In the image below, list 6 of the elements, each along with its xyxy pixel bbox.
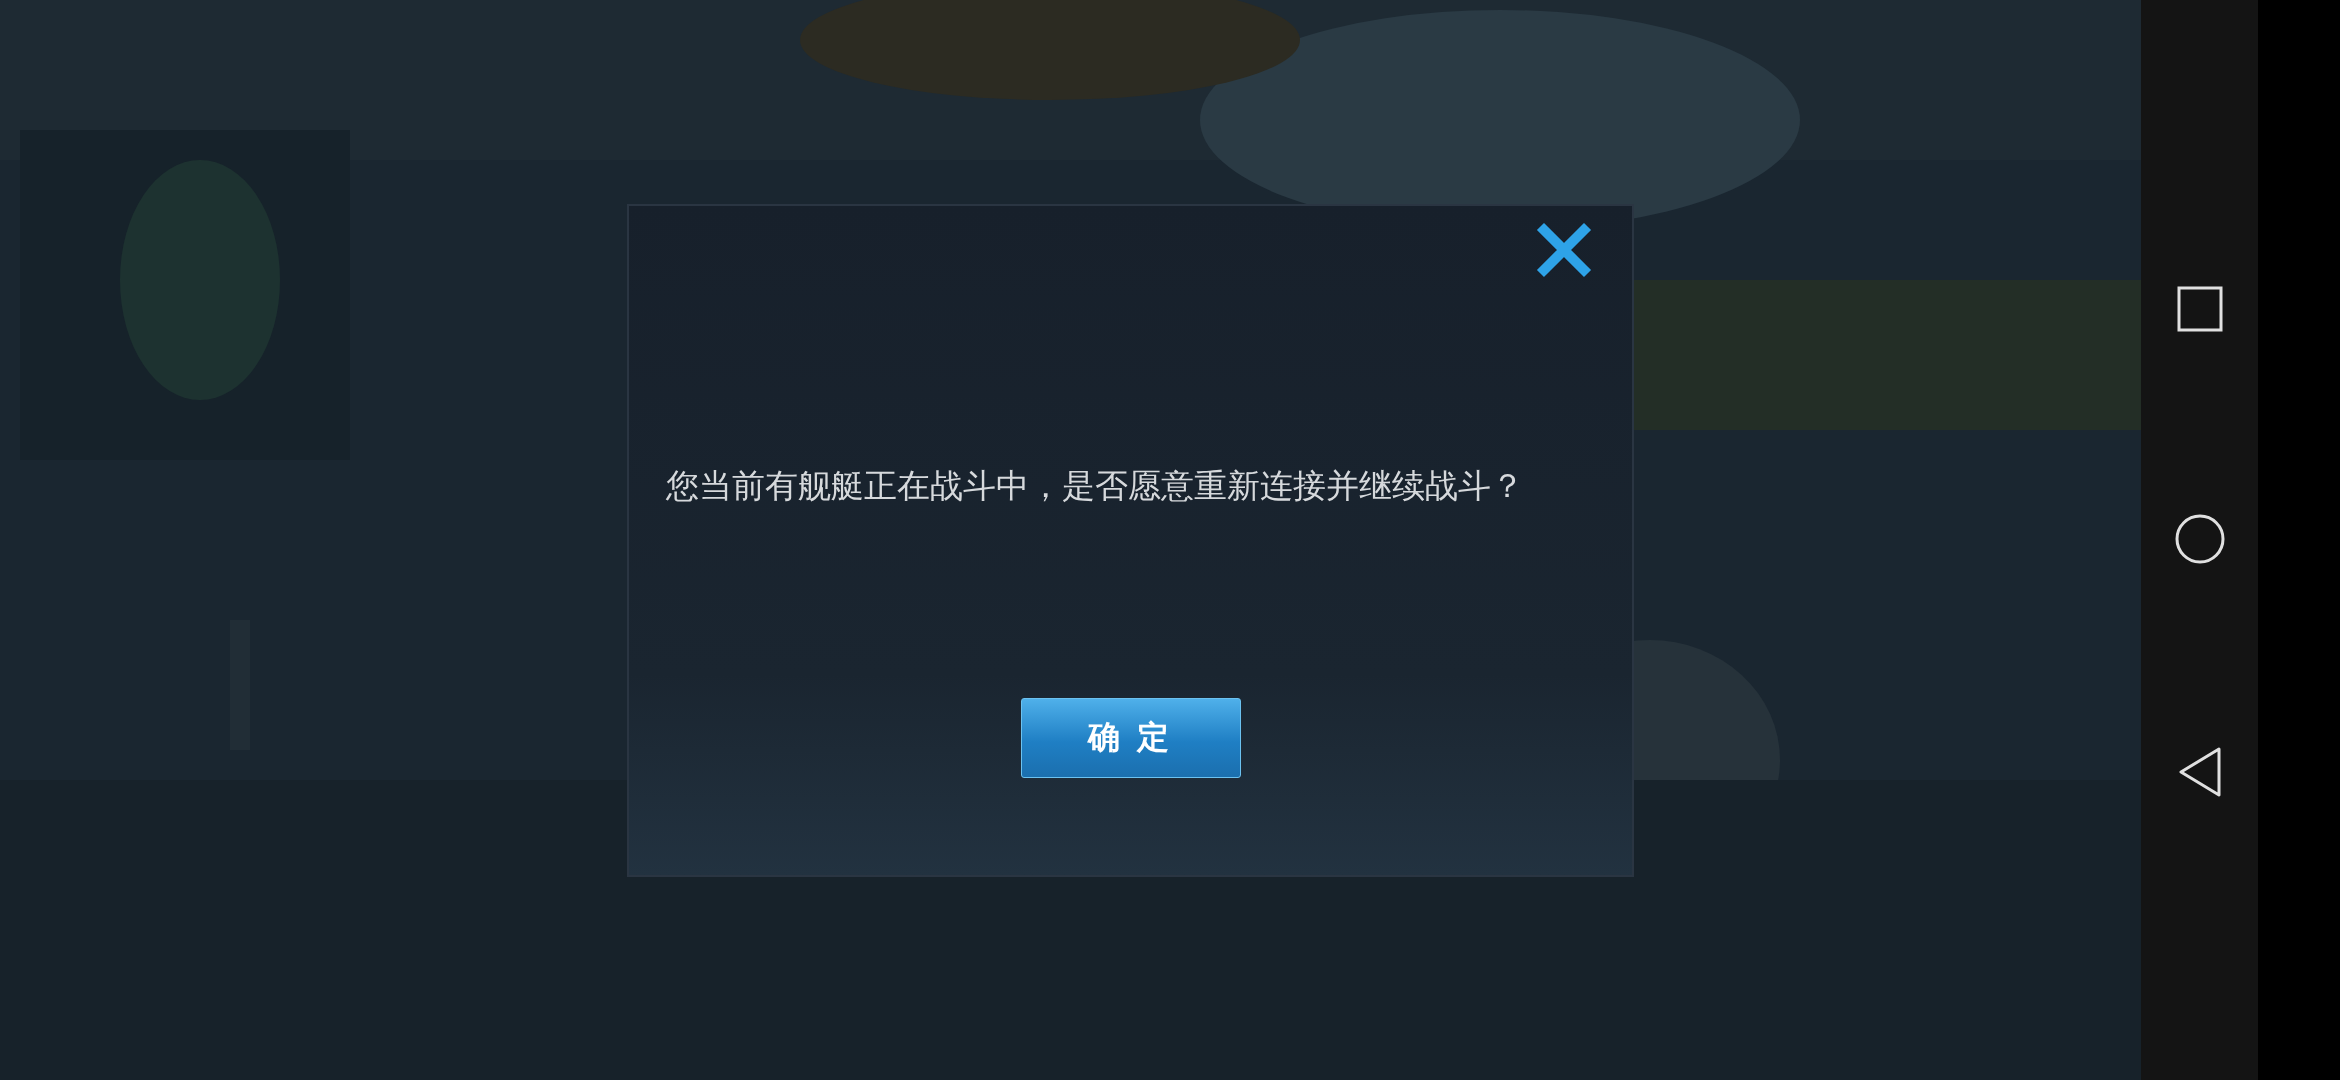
dialog-message: 您当前有舰艇正在战斗中，是否愿意重新连接并继续战斗？ [665, 465, 1525, 507]
recents-icon[interactable] [2176, 286, 2223, 332]
close-icon[interactable] [1536, 222, 1592, 278]
confirm-button[interactable]: 确 定 [1020, 698, 1241, 778]
home-icon[interactable] [2174, 514, 2225, 564]
back-icon[interactable] [2177, 746, 2222, 798]
